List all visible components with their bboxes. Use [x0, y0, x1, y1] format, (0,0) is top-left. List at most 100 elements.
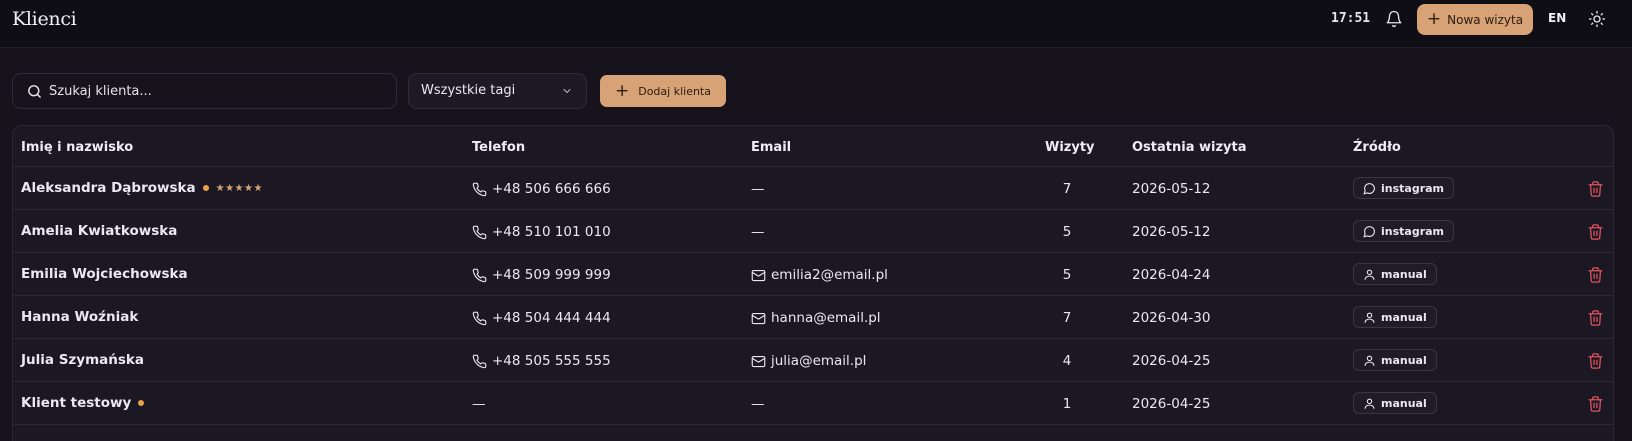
mail-icon: [751, 269, 766, 281]
email-address[interactable]: hanna@email.pl: [771, 310, 881, 326]
client-name[interactable]: Klient testowy: [21, 395, 131, 411]
client-name[interactable]: Amelia Kwiatkowska: [21, 223, 177, 239]
client-name[interactable]: Hanna Woźniak: [21, 309, 138, 325]
chevron-down-icon: [563, 89, 571, 93]
add-client-button[interactable]: + Dodaj klienta: [600, 75, 726, 107]
source-label: instagram: [1381, 224, 1445, 238]
column-header-phone[interactable]: Telefon: [472, 140, 525, 155]
source-label: manual: [1381, 396, 1427, 410]
table-row[interactable]: Julia Szymańska +48 505 555 555 julia@emai…: [13, 339, 1613, 382]
visits-count: 7: [1062, 181, 1072, 197]
user-icon: [1364, 269, 1375, 280]
last-visit-date: 2026-05-12: [1132, 224, 1211, 240]
bell-icon[interactable]: [1385, 10, 1403, 28]
chat-bubble-icon: [1363, 182, 1375, 194]
user-icon: [1364, 312, 1375, 323]
phone-number[interactable]: +48 504 444 444: [492, 310, 611, 326]
source-label: manual: [1381, 353, 1427, 367]
phone-number[interactable]: +48 506 666 666: [492, 181, 611, 197]
table-row[interactable]: Emilia Wojciechowska +48 509 999 999 emili…: [13, 253, 1613, 296]
visits-count: 5: [1062, 267, 1072, 283]
client-name[interactable]: Emilia Wojciechowska: [21, 266, 188, 282]
last-visit-date: 2026-04-30: [1132, 310, 1211, 326]
visits-count: 7: [1062, 310, 1072, 326]
phone-cell: +48 504 444 444: [472, 310, 611, 326]
plus-icon: +: [614, 80, 630, 101]
last-visit-date: 2026-04-25: [1132, 353, 1211, 369]
phone-number[interactable]: +48 510 101 010: [492, 224, 611, 240]
user-icon: [1364, 398, 1375, 409]
email-address: —: [751, 224, 765, 240]
phone-icon: [472, 354, 487, 368]
plus-icon: +: [1426, 9, 1442, 29]
last-visit-date: 2026-04-24: [1132, 267, 1211, 283]
email-address[interactable]: julia@email.pl: [771, 353, 866, 369]
visits-count: 4: [1062, 353, 1072, 369]
client-name-cell: Emilia Wojciechowska: [21, 266, 188, 282]
client-name-cell: Julia Szymańska: [21, 352, 144, 368]
table-row[interactable]: Aleksandra Dąbrowska ★★★★★ +48 506 666 666…: [13, 167, 1613, 210]
delete-client-button[interactable]: [1587, 352, 1604, 370]
phone-cell: +48 509 999 999: [472, 267, 611, 283]
client-name[interactable]: Aleksandra Dąbrowska: [21, 180, 196, 196]
new-visit-label: Nowa wizyta: [1447, 12, 1524, 27]
source-badge: manual: [1353, 349, 1437, 371]
add-client-label: Dodaj klienta: [638, 84, 711, 98]
sun-icon[interactable]: [1588, 10, 1606, 28]
table-row[interactable]: Amelia Kwiatkowska +48 510 101 010 — 5 2026-…: [13, 210, 1613, 253]
chat-bubble-icon: [1363, 225, 1375, 237]
source-label: instagram: [1381, 181, 1445, 195]
phone-icon: [472, 225, 487, 239]
visits-count: 5: [1062, 224, 1072, 240]
rating-stars: ★★★★★: [215, 182, 263, 194]
last-visit-date: 2026-04-25: [1132, 396, 1211, 412]
search-box[interactable]: [12, 73, 397, 109]
column-header-name[interactable]: Imię i nazwisko: [21, 140, 133, 155]
column-header-visits[interactable]: Wizyty: [1045, 140, 1095, 155]
email-cell: —: [751, 224, 765, 240]
table-row[interactable]: Hanna Woźniak +48 504 444 444 hanna@email.…: [13, 296, 1613, 339]
column-header-source[interactable]: Źródło: [1353, 140, 1401, 155]
top-bar: Klienci 17:51 + Nowa wizyta EN: [0, 0, 1632, 48]
source-label: manual: [1381, 310, 1427, 324]
tags-filter-select[interactable]: Wszystkie tagi: [408, 73, 587, 109]
delete-client-button[interactable]: [1587, 223, 1604, 241]
new-visit-button[interactable]: + Nowa wizyta: [1417, 4, 1533, 35]
client-name-cell: Klient testowy: [21, 395, 145, 411]
phone-icon: [472, 182, 487, 196]
phone-number: —: [472, 396, 486, 412]
delete-client-button[interactable]: [1587, 309, 1604, 327]
phone-number[interactable]: +48 509 999 999: [492, 267, 611, 283]
phone-cell: —: [472, 396, 486, 412]
source-label: manual: [1381, 267, 1427, 281]
language-toggle[interactable]: EN: [1548, 11, 1566, 25]
phone-number[interactable]: +48 505 555 555: [492, 353, 611, 369]
phone-cell: +48 505 555 555: [472, 353, 611, 369]
status-dot: [202, 185, 209, 191]
client-name[interactable]: Julia Szymańska: [21, 352, 144, 368]
source-badge: manual: [1353, 306, 1437, 328]
client-name-cell: Hanna Woźniak: [21, 309, 138, 325]
delete-client-button[interactable]: [1587, 395, 1604, 413]
delete-client-button[interactable]: [1587, 266, 1604, 284]
table-row[interactable]: Klient testowy — — 1 2026-04-25 manual: [13, 382, 1613, 425]
column-header-email[interactable]: Email: [751, 140, 791, 155]
clients-table: Imię i nazwisko Telefon Email Wizyty Ost…: [12, 125, 1614, 441]
phone-cell: +48 510 101 010: [472, 224, 611, 240]
phone-icon: [472, 268, 487, 282]
visits-count: 1: [1062, 396, 1072, 412]
search-input[interactable]: [49, 74, 389, 108]
email-address[interactable]: emilia2@email.pl: [771, 267, 888, 283]
email-cell: —: [751, 181, 765, 197]
last-visit-date: 2026-05-12: [1132, 181, 1211, 197]
client-name-cell: Aleksandra Dąbrowska ★★★★★: [21, 180, 263, 196]
tags-filter-value: Wszystkie tagi: [421, 83, 516, 98]
email-cell: emilia2@email.pl: [751, 267, 888, 283]
source-badge: manual: [1353, 392, 1437, 414]
delete-client-button[interactable]: [1587, 180, 1604, 198]
email-cell: julia@email.pl: [751, 353, 866, 369]
email-address: —: [751, 396, 765, 412]
email-cell: —: [751, 396, 765, 412]
email-address: —: [751, 181, 765, 197]
column-header-last-visit[interactable]: Ostatnia wizyta: [1132, 140, 1247, 155]
